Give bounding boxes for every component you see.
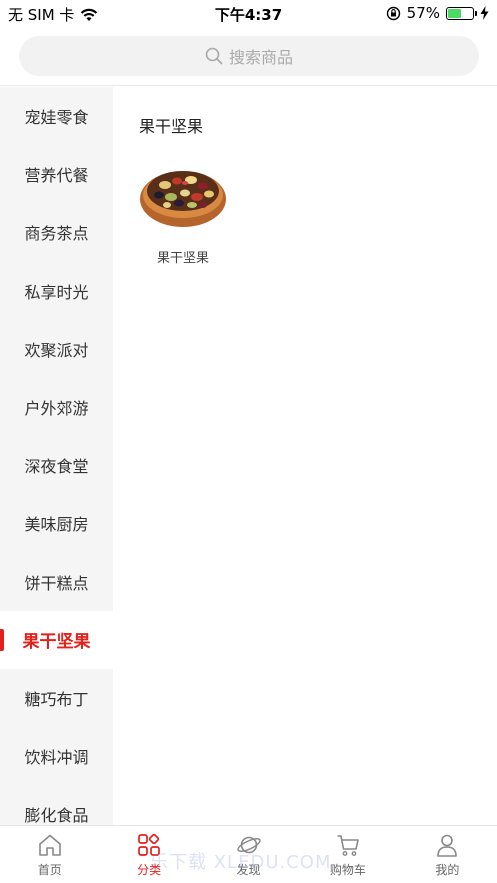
dried-fruit-nuts-image <box>140 171 226 227</box>
sidebar-item-label: 糖巧布丁 <box>24 689 89 709</box>
sidebar-item-label: 宠娃零食 <box>24 108 89 128</box>
tab-discover[interactable]: 发现 <box>199 826 298 883</box>
sidebar-item[interactable]: 糖巧布丁 <box>0 669 113 727</box>
search-icon <box>205 47 223 65</box>
sidebar-item-label: 美味厨房 <box>24 515 89 535</box>
tab-profile[interactable]: 我的 <box>398 826 497 883</box>
tab-home[interactable]: 首页 <box>0 826 99 883</box>
user-icon <box>437 834 458 857</box>
sidebar-item[interactable]: 营养代餐 <box>0 145 113 203</box>
battery-icon <box>446 6 477 20</box>
battery-cap <box>475 10 477 16</box>
battery-percent: 57% <box>406 4 440 22</box>
section-title: 果干坚果 <box>139 117 204 136</box>
search-placeholder: 搜索商品 <box>228 48 293 67</box>
tab-category[interactable]: 分类 <box>99 826 198 883</box>
category-sidebar: 宠娃零食营养代餐商务茶点私享时光欢聚派对户外郊游深夜食堂美味厨房饼干糕点果干坚果… <box>0 87 113 825</box>
sidebar-item[interactable]: 私享时光 <box>0 262 113 320</box>
sidebar-item-label: 商务茶点 <box>24 224 89 244</box>
search-bar-container: 搜索商品 <box>0 26 497 86</box>
sidebar-item[interactable]: 饮料冲调 <box>0 727 113 785</box>
planet-icon <box>236 836 261 853</box>
tab-category-label: 分类 <box>137 862 162 877</box>
product-item[interactable]: 果干坚果 <box>137 153 229 266</box>
product-label: 果干坚果 <box>156 251 209 266</box>
category-icon <box>138 833 160 856</box>
bottom-tab-bar: 首页 分类 发现 购物车 我的 <box>0 825 497 883</box>
status-right: 57% <box>386 4 489 22</box>
sidebar-item[interactable]: 宠娃零食 <box>0 87 113 145</box>
tab-cart[interactable]: 购物车 <box>298 826 397 883</box>
sidebar-item[interactable]: 膨化食品 <box>0 785 113 825</box>
battery-fill <box>448 8 462 18</box>
sidebar-item-label: 户外郊游 <box>24 399 89 419</box>
sidebar-item[interactable]: 欢聚派对 <box>0 320 113 378</box>
tab-cart-label: 购物车 <box>329 862 366 877</box>
cart-icon <box>337 834 359 856</box>
category-content: 果干坚果 果干坚果 <box>113 87 497 825</box>
sidebar-item-label: 饼干糕点 <box>24 573 89 593</box>
tab-home-label: 首页 <box>37 862 62 877</box>
sidebar-item[interactable]: 美味厨房 <box>0 494 113 552</box>
tab-discover-label: 发现 <box>236 862 261 877</box>
sidebar-item[interactable]: 商务茶点 <box>0 203 113 261</box>
sidebar-item-label: 营养代餐 <box>24 166 89 186</box>
charging-bolt-icon <box>480 6 489 20</box>
rotation-lock-icon <box>386 6 400 20</box>
home-icon <box>38 834 61 856</box>
status-bar: 无 SIM 卡 下午4:37 57% <box>0 0 497 26</box>
sidebar-item[interactable]: 深夜食堂 <box>0 436 113 494</box>
sidebar-item-label: 饮料冲调 <box>24 748 89 768</box>
tab-profile-label: 我的 <box>435 862 460 877</box>
sidebar-item-label: 私享时光 <box>24 282 89 302</box>
sidebar-item[interactable]: 果干坚果 <box>0 610 113 669</box>
sidebar-item-label: 深夜食堂 <box>24 457 89 477</box>
sidebar-item[interactable]: 户外郊游 <box>0 378 113 436</box>
search-input[interactable]: 搜索商品 <box>19 36 479 76</box>
sidebar-item-label: 膨化食品 <box>24 806 89 825</box>
active-indicator <box>0 628 4 651</box>
sidebar-item[interactable]: 饼干糕点 <box>0 553 113 611</box>
sidebar-item-label: 果干坚果 <box>22 632 91 653</box>
sidebar-item-label: 欢聚派对 <box>24 340 89 360</box>
